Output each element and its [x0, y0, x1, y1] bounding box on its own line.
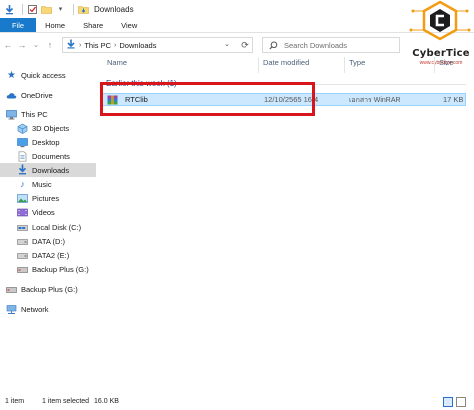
music-icon: ♪	[20, 179, 25, 189]
window-title: Downloads	[94, 4, 134, 14]
search-placeholder: Search Downloads	[284, 40, 347, 50]
title-bar: ▾ Downloads	[0, 0, 474, 18]
sidebar-item-label: This PC	[21, 109, 48, 119]
cube-icon	[17, 123, 28, 134]
breadcrumb-this-pc[interactable]: This PC	[84, 41, 111, 50]
sidebar-item-label: Pictures	[32, 193, 60, 203]
column-header-date[interactable]: Date modified	[263, 58, 309, 70]
forward-arrow-icon[interactable]: →	[16, 38, 28, 52]
sidebar-item-label: Network	[21, 304, 49, 314]
sidebar-item-downloads[interactable]: Downloads	[0, 163, 96, 177]
sidebar-item-label: Documents	[32, 151, 70, 161]
sidebar-item-label: Desktop	[32, 137, 60, 147]
navigation-pane: ★ Quick access OneDrive This PC 3D Objec…	[0, 62, 96, 392]
external-drive-icon	[6, 284, 17, 295]
column-header-name[interactable]: Name	[107, 58, 127, 70]
view-toggle	[440, 397, 466, 407]
column-header-size[interactable]: Size	[439, 58, 454, 70]
sidebar-item-backup-plus-g-root[interactable]: Backup Plus (G:)	[6, 282, 102, 296]
sidebar-item-this-pc[interactable]: This PC	[6, 107, 102, 121]
file-type: เอกสาร WinRAR	[349, 97, 401, 104]
ribbon-tabs: File Home Share View	[0, 18, 474, 33]
highlight-annotation-box	[100, 82, 315, 116]
large-icons-view-icon[interactable]	[456, 397, 466, 407]
videos-icon	[17, 207, 28, 218]
tab-home[interactable]: Home	[36, 18, 74, 32]
sidebar-item-label: Local Disk (C:)	[32, 222, 82, 232]
pictures-icon	[17, 193, 28, 204]
divider	[73, 3, 74, 15]
sidebar-item-network[interactable]: Network	[6, 302, 102, 316]
refresh-icon[interactable]: ⟳	[238, 38, 252, 52]
pc-icon	[6, 109, 17, 120]
sidebar-item-label: 3D Objects	[32, 123, 70, 133]
chevron-down-icon[interactable]: ▾	[55, 4, 66, 15]
cloud-icon	[6, 90, 17, 101]
drive-icon	[17, 250, 28, 261]
download-icon	[17, 164, 28, 177]
details-view-icon[interactable]	[443, 397, 453, 407]
tab-view[interactable]: View	[112, 18, 146, 32]
documents-icon	[17, 150, 28, 162]
recent-locations-icon[interactable]: ⌄	[30, 38, 42, 52]
sidebar-item-label: DATA2 (E:)	[32, 250, 70, 260]
chevron-down-icon[interactable]: ⌄	[224, 40, 230, 48]
download-arrow-icon	[66, 39, 76, 51]
quick-access-toolbar: ▾ Downloads	[4, 3, 134, 15]
drive-icon	[17, 236, 28, 247]
column-divider[interactable]	[258, 57, 259, 73]
sidebar-item-label: Videos	[32, 207, 55, 217]
navigation-bar: ← → ⌄ ↑ › This PC › Downloads ⌄ ⟳ Search…	[0, 35, 474, 55]
column-divider[interactable]	[344, 57, 345, 73]
network-icon	[6, 304, 17, 315]
tab-file[interactable]: File	[0, 18, 37, 32]
back-arrow-icon[interactable]: ←	[2, 38, 14, 52]
sidebar-item-label: Music	[32, 179, 52, 189]
sidebar-item-label: Backup Plus (G:)	[21, 284, 78, 294]
search-input[interactable]: Search Downloads	[262, 37, 400, 53]
sidebar-item-label: Downloads	[32, 165, 70, 175]
sidebar-item-label: OneDrive	[21, 90, 53, 100]
folder-icon[interactable]	[41, 4, 52, 15]
folder-icon	[78, 4, 89, 15]
sidebar-item-label: Backup Plus (G:)	[32, 264, 89, 274]
desktop-icon	[17, 137, 28, 148]
chevron-right-icon: ›	[79, 41, 82, 49]
properties-icon[interactable]	[27, 4, 38, 15]
download-arrow-icon[interactable]	[4, 4, 15, 15]
drive-icon	[17, 222, 28, 233]
external-drive-icon	[17, 264, 28, 275]
search-icon	[269, 41, 278, 49]
sidebar-item-label: DATA (D:)	[32, 236, 66, 246]
up-arrow-icon[interactable]: ↑	[44, 38, 56, 52]
sidebar-item-label: Quick access	[21, 70, 66, 80]
status-size: 16.0 KB	[94, 398, 119, 405]
status-item-count: 1 item	[5, 398, 25, 405]
chevron-right-icon[interactable]: ›	[114, 42, 116, 49]
tab-share[interactable]: Share	[74, 18, 112, 32]
status-selected: 1 item selected	[42, 398, 90, 405]
sidebar-item-onedrive[interactable]: OneDrive	[6, 88, 102, 102]
column-header-type[interactable]: Type	[349, 58, 365, 70]
status-bar: 1 item 1 item selected 16.0 KB	[0, 396, 474, 410]
sidebar-item-quick-access[interactable]: ★ Quick access	[6, 68, 102, 82]
star-icon: ★	[7, 69, 16, 81]
column-divider[interactable]	[434, 57, 435, 73]
file-size: 17 KB	[443, 95, 464, 104]
divider	[22, 3, 23, 15]
breadcrumb-downloads[interactable]: Downloads	[119, 41, 156, 50]
